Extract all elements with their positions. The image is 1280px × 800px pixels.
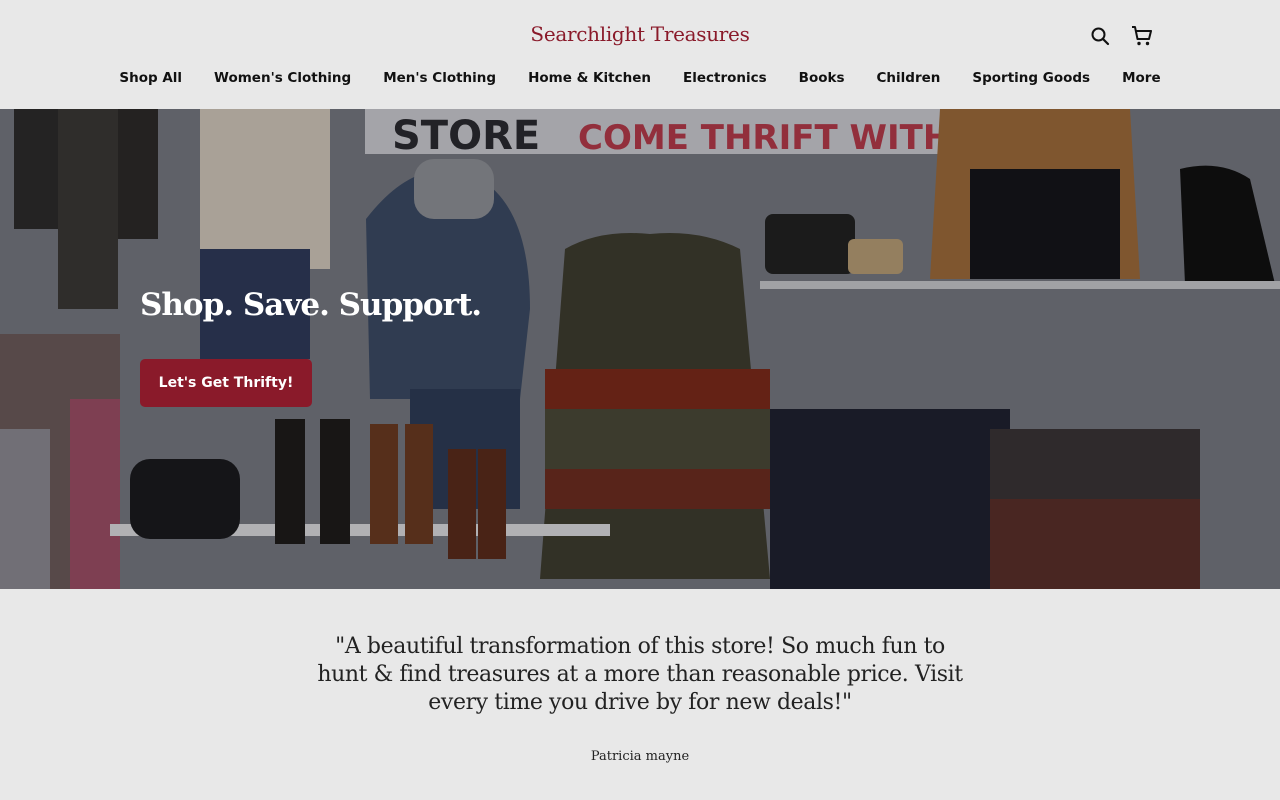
testimonial-author: Patricia mayne: [590, 749, 690, 764]
nav-item-children[interactable]: Children: [861, 70, 957, 86]
nav-item-womens-clothing[interactable]: Women's Clothing: [198, 70, 367, 86]
lets-get-thrifty-button[interactable]: Let's Get Thrifty!: [140, 359, 312, 407]
hero-title: Shop. Save. Support.: [140, 287, 482, 323]
nav-item-home-kitchen[interactable]: Home & Kitchen: [512, 70, 667, 86]
hero-overlay: [0, 109, 1280, 589]
nav-item-mens-clothing[interactable]: Men's Clothing: [367, 70, 512, 86]
nav-item-books[interactable]: Books: [783, 70, 861, 86]
cart-icon[interactable]: [1130, 24, 1154, 48]
main-nav: Shop All Women's Clothing Men's Clothing…: [0, 70, 1280, 86]
nav-item-shop-all[interactable]: Shop All: [103, 70, 198, 86]
hero-banner: STORE COME THRIFT WITH U Shop. Save. Sup…: [0, 109, 1280, 589]
testimonial-section: "A beautiful transformation of this stor…: [0, 589, 1280, 800]
search-icon[interactable]: [1088, 24, 1112, 48]
site-header: Searchlight Treasures Shop All Women's C…: [0, 0, 1280, 109]
nav-item-sporting-goods[interactable]: Sporting Goods: [956, 70, 1106, 86]
nav-item-more[interactable]: More: [1106, 70, 1177, 86]
testimonial-quote: "A beautiful transformation of this stor…: [317, 634, 963, 715]
logo-link[interactable]: Searchlight Treasures: [530, 22, 749, 46]
nav-item-electronics[interactable]: Electronics: [667, 70, 783, 86]
header-icons: [1088, 24, 1154, 48]
